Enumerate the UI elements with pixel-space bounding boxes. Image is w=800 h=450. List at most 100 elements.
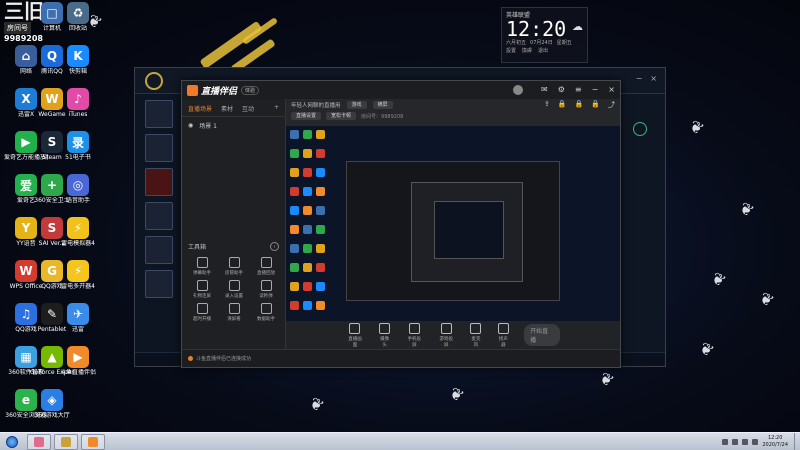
live-preview[interactable] (286, 126, 620, 332)
tool-item[interactable]: 数据助手 (250, 303, 282, 322)
preview-desktop-icon (303, 263, 312, 272)
close-icon[interactable]: × (650, 74, 657, 83)
settings-icon[interactable]: ⚙ (558, 85, 565, 95)
minimize-icon[interactable]: − (592, 85, 599, 95)
desktop-icon-douyu[interactable]: ▶ 斗鱼直播伴侣 (56, 346, 100, 390)
network-icon[interactable] (742, 438, 749, 445)
show-desktop-button[interactable] (794, 432, 800, 450)
preview-desktop-icon (303, 149, 312, 158)
clock-settings-link[interactable]: 設置 (506, 47, 516, 54)
desktop-icon-label: 迅雷 (71, 326, 84, 333)
tool-icon (228, 257, 240, 268)
feishu-icon: ✈ (67, 303, 89, 325)
douyu-icon (88, 436, 98, 447)
tool-item[interactable]: 弹幕助手 (186, 257, 218, 276)
scene-name: 场景 1 (199, 123, 217, 130)
lock-icon[interactable]: 🔒 (575, 100, 584, 110)
tool-icon (260, 303, 272, 314)
stream-settings-pill[interactable]: 直播设置 (291, 112, 322, 120)
tray-icon[interactable] (722, 438, 729, 445)
tool-item[interactable]: 读秒弹 (250, 280, 282, 299)
desktop-icon-zbj4[interactable]: ⚡ 雷电模拟器4 (56, 217, 100, 261)
desktop-icon-chat[interactable]: ◎ 语音助手 (56, 174, 100, 218)
control-button[interactable]: 摄像头 (378, 322, 391, 348)
control-button[interactable]: 游戏投屏 (437, 322, 455, 348)
clock-skin-link[interactable]: 換膚 (522, 47, 532, 54)
quality-pill[interactable]: 宽松卡顿 (326, 112, 357, 120)
minimize-icon[interactable]: − (636, 74, 643, 83)
preview-desktop-icon (303, 244, 312, 253)
douyu-icon: ▶ (67, 346, 89, 368)
start-button[interactable] (0, 434, 24, 450)
app-version-badge: 体验 (241, 85, 260, 95)
taskbar-app-douyu[interactable] (81, 433, 105, 450)
desktop-icon-label: 雷电多开器4 (61, 283, 95, 290)
champion-slot[interactable] (144, 270, 173, 298)
streaming-app-window[interactable]: 直播伴侣 体验 ✉ ⚙ ≡ − × 直播场景 素材 互动 + ◉ 场景 1 工具… (181, 80, 621, 368)
control-button[interactable]: 麦克风 (469, 322, 482, 348)
desktop-icon-recycle[interactable]: ♻ 回收站 (56, 2, 100, 46)
share-icon[interactable]: ⇪ (544, 100, 550, 110)
menu-icon[interactable]: ≡ (575, 85, 582, 95)
tray-icon[interactable] (732, 438, 739, 445)
desktop-icon-360zip[interactable]: ◈ 360游戏大厅 (30, 389, 74, 433)
taskbar-apps (24, 433, 105, 450)
volume-icon[interactable] (752, 438, 759, 445)
tab-interaction[interactable]: 互动 (242, 104, 254, 113)
chevron-right-icon[interactable]: › (270, 242, 279, 251)
scene-row[interactable]: ◉ 场景 1 (182, 117, 285, 134)
avatar[interactable] (513, 85, 524, 95)
check-icon[interactable] (633, 122, 647, 136)
add-icon[interactable]: + (274, 104, 279, 113)
category-pill[interactable]: 游戏 (346, 101, 367, 109)
lock-icon[interactable]: 🔒 (591, 100, 600, 110)
mode-pill[interactable]: 横屏 (372, 101, 393, 109)
preview-desktop-icon (290, 206, 299, 215)
app-titlebar[interactable]: 直播伴侣 体验 ✉ ⚙ ≡ − × (182, 81, 620, 99)
champion-slot[interactable] (144, 100, 173, 128)
control-button[interactable]: 扬声器 (497, 322, 510, 348)
tab-scene[interactable]: 直播场景 (188, 104, 212, 113)
desktop-icon-label: iTunes (68, 111, 88, 118)
lock-icon[interactable]: 🔒 (558, 100, 567, 110)
tool-item[interactable]: 超时开播 (186, 303, 218, 322)
eye-icon[interactable]: ◉ (188, 122, 193, 129)
start-stream-button[interactable]: 开始直播 (524, 324, 560, 346)
feather-decoration: ❦ (686, 115, 708, 140)
preview-desktop-icon (316, 244, 325, 253)
taskbar-app-lol[interactable] (54, 433, 78, 450)
taskbar: 12:20 2020/7/24 (0, 432, 800, 450)
desktop-icon-itunes[interactable]: ♪ iTunes (56, 88, 100, 132)
tool-item[interactable]: 礼物连屏 (186, 280, 218, 299)
champion-slot[interactable] (144, 168, 173, 196)
tab-material[interactable]: 素材 (221, 104, 233, 113)
toolbox-grid: 弹幕助手 房管助手 直播回放礼物连屏 录入设置 读秒弹超时开播 清屏看 数据助手 (186, 257, 282, 322)
desktop-icon-label: 快剪辑 (68, 68, 87, 75)
clock-exit-link[interactable]: 退出 (538, 47, 548, 54)
control-button[interactable]: 直播画面 (346, 322, 364, 348)
taskbar-app-browser[interactable] (27, 433, 51, 450)
tool-item[interactable]: 直播回放 (250, 257, 282, 276)
feather-decoration: ❦ (756, 287, 778, 312)
champion-slot[interactable] (144, 236, 173, 264)
preview-desktop-icon (290, 187, 299, 196)
stream-title[interactable]: 年轻人网聊的直播用 (291, 101, 341, 109)
tool-label: 录入设置 (225, 294, 243, 299)
tool-item[interactable]: 房管助手 (218, 257, 250, 276)
control-bar: 直播画面 摄像头 手机投屏 游戏投屏 麦克风 扬声器 开始直播 (286, 321, 620, 349)
tool-item[interactable]: 清屏看 (218, 303, 250, 322)
taskbar-clock[interactable]: 12:20 2020/7/24 (762, 435, 788, 449)
champion-slot[interactable] (144, 202, 173, 230)
message-icon[interactable]: ✉ (541, 85, 548, 95)
tool-item[interactable]: 录入设置 (218, 280, 250, 299)
lol-icon (61, 436, 71, 447)
desktop-icon-luyin[interactable]: 录 51电子书 (56, 131, 100, 175)
desktop-icon-kuaitui[interactable]: K 快剪辑 (56, 45, 100, 89)
desktop-icon-feishu[interactable]: ✈ 迅雷 (56, 303, 100, 347)
feather-decoration: ❦ (446, 382, 468, 407)
champion-slot[interactable] (144, 134, 173, 162)
close-icon[interactable]: × (608, 85, 615, 95)
control-button[interactable]: 手机投屏 (405, 322, 423, 348)
desktop-icon-leidian[interactable]: ⚡ 雷电多开器4 (56, 260, 100, 304)
share-alt-icon[interactable]: ⤴ (608, 100, 615, 110)
